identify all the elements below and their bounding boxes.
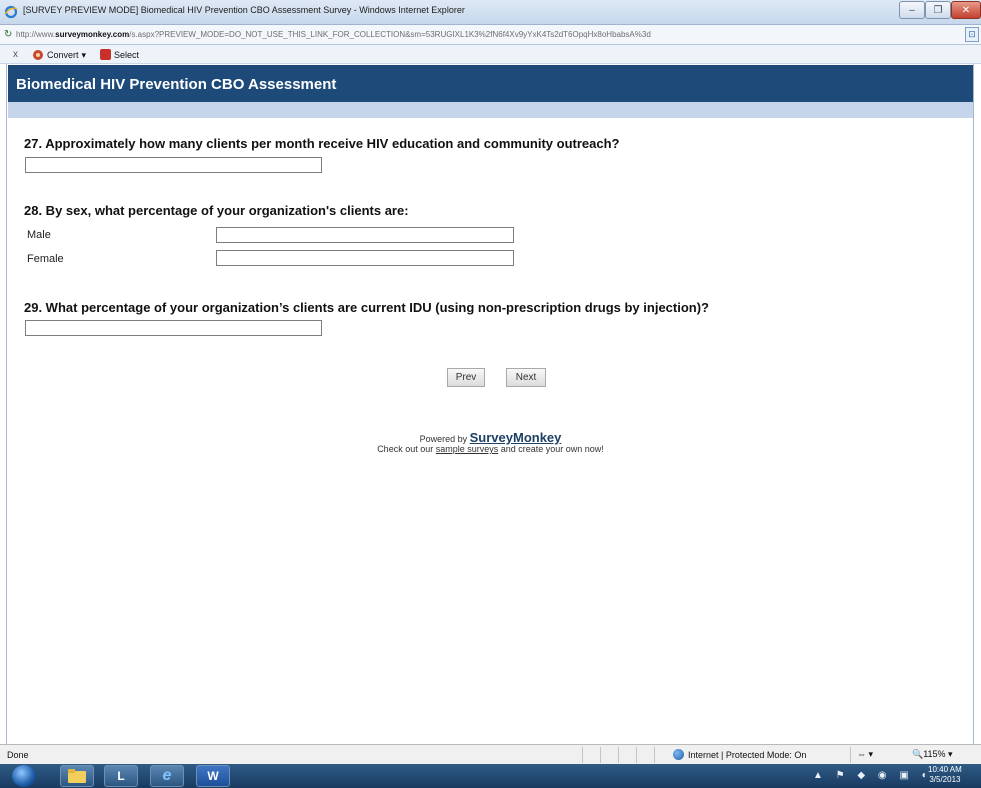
female-percentage-input[interactable] [216,250,514,266]
acrobat-convert-icon [33,50,43,60]
security-zone[interactable]: Internet | Protected Mode: On [673,749,806,760]
select-label: Select [114,49,140,60]
compatibility-view-button[interactable]: ⊡ [965,27,979,42]
checkout-line: Check out our sample surveys and create … [0,444,981,454]
female-label: Female [27,253,64,265]
close-toolbar-button[interactable]: x [13,49,18,60]
internet-globe-icon [673,749,684,760]
status-divider [600,747,601,763]
address-bar[interactable]: ↻ http://www.surveymonkey.com/s.aspx?PRE… [0,25,981,45]
word-taskbar-button[interactable]: W [196,765,230,787]
folder-icon [68,769,86,783]
male-percentage-input[interactable] [216,227,514,243]
survey-title: Biomedical HIV Prevention CBO Assessment [16,76,337,93]
url-prefix: http://www. [16,30,56,39]
page-loading-icon: ↻ [4,29,13,40]
status-divider [582,747,583,763]
page-left-border [0,64,7,744]
question-29-label: 29. What percentage of your organization… [24,300,709,315]
next-button[interactable]: Next [506,368,546,387]
maximize-button[interactable]: ❐ [925,1,951,19]
url-text[interactable]: http://www.surveymonkey.com/s.aspx?PREVI… [16,30,651,39]
prev-button[interactable]: Prev [447,368,485,387]
sample-surveys-link[interactable]: sample surveys [436,444,499,454]
minimize-button[interactable]: – [899,1,925,19]
status-divider [636,747,637,763]
pdf-select-icon [100,49,111,60]
start-button[interactable] [12,765,36,787]
status-divider [618,747,619,763]
vertical-scrollbar[interactable] [973,64,981,744]
window-title: [SURVEY PREVIEW MODE] Biomedical HIV Pre… [23,5,465,15]
internet-explorer-icon [4,5,18,19]
question-27-label: 27. Approximately how many clients per m… [24,136,620,151]
checkout-suffix: and create your own now! [498,444,604,454]
survey-subheader-bar [8,102,973,118]
url-domain: surveymonkey.com [55,30,130,39]
close-button[interactable]: ✕ [951,1,981,19]
window-controls: – ❐ ✕ [899,0,981,20]
system-tray-icons[interactable]: ▲ ⚑ ◆ ◉ ▣ ◐ [813,770,933,781]
survey-header: Biomedical HIV Prevention CBO Assessment [8,65,973,102]
system-clock[interactable]: 10:40 AM 3/5/2013 [928,765,962,785]
security-zone-label: Internet | Protected Mode: On [688,749,807,760]
protected-mode-dropdown[interactable]: ⇔ ▾ [857,749,873,760]
lync-icon: L [117,769,125,783]
powered-by: Powered by SurveyMonkey [0,430,981,445]
ie-taskbar-icon: e [162,767,172,784]
question-29-input[interactable] [25,320,322,336]
internet-explorer-taskbar-button[interactable]: e [150,765,184,787]
windows-explorer-button[interactable] [60,765,94,787]
status-divider [850,747,851,763]
windows-taskbar: L e W ▲ ⚑ ◆ ◉ ▣ ◐ 10:40 AM 3/5/2013 [0,764,981,788]
status-bar: Done Internet | Protected Mode: On ⇔ ▾ 🔍… [0,744,981,764]
surveymonkey-link[interactable]: SurveyMonkey [470,430,562,445]
lync-taskbar-button[interactable]: L [104,765,138,787]
window-titlebar: [SURVEY PREVIEW MODE] Biomedical HIV Pre… [0,0,981,25]
word-icon: W [207,769,219,783]
chevron-down-icon: ▾ [81,49,87,60]
url-path: /s.aspx?PREVIEW_MODE=DO_NOT_USE_THIS_LIN… [129,30,651,39]
zoom-level-dropdown[interactable]: 🔍115% ▾ [912,749,953,760]
status-text: Done [7,750,29,760]
select-button[interactable]: Select [100,49,139,60]
clock-time: 10:40 AM [928,765,962,774]
male-label: Male [27,229,51,241]
checkout-prefix: Check out our [377,444,436,454]
question-27-input[interactable] [25,157,322,173]
convert-label: Convert [47,50,79,60]
convert-button[interactable]: Convert ▾ [32,49,86,61]
command-bar: x Convert ▾ Select [0,45,981,64]
status-divider [654,747,655,763]
powered-by-text: Powered by [419,434,470,444]
clock-date: 3/5/2013 [929,775,961,784]
question-28-label: 28. By sex, what percentage of your orga… [24,203,409,218]
